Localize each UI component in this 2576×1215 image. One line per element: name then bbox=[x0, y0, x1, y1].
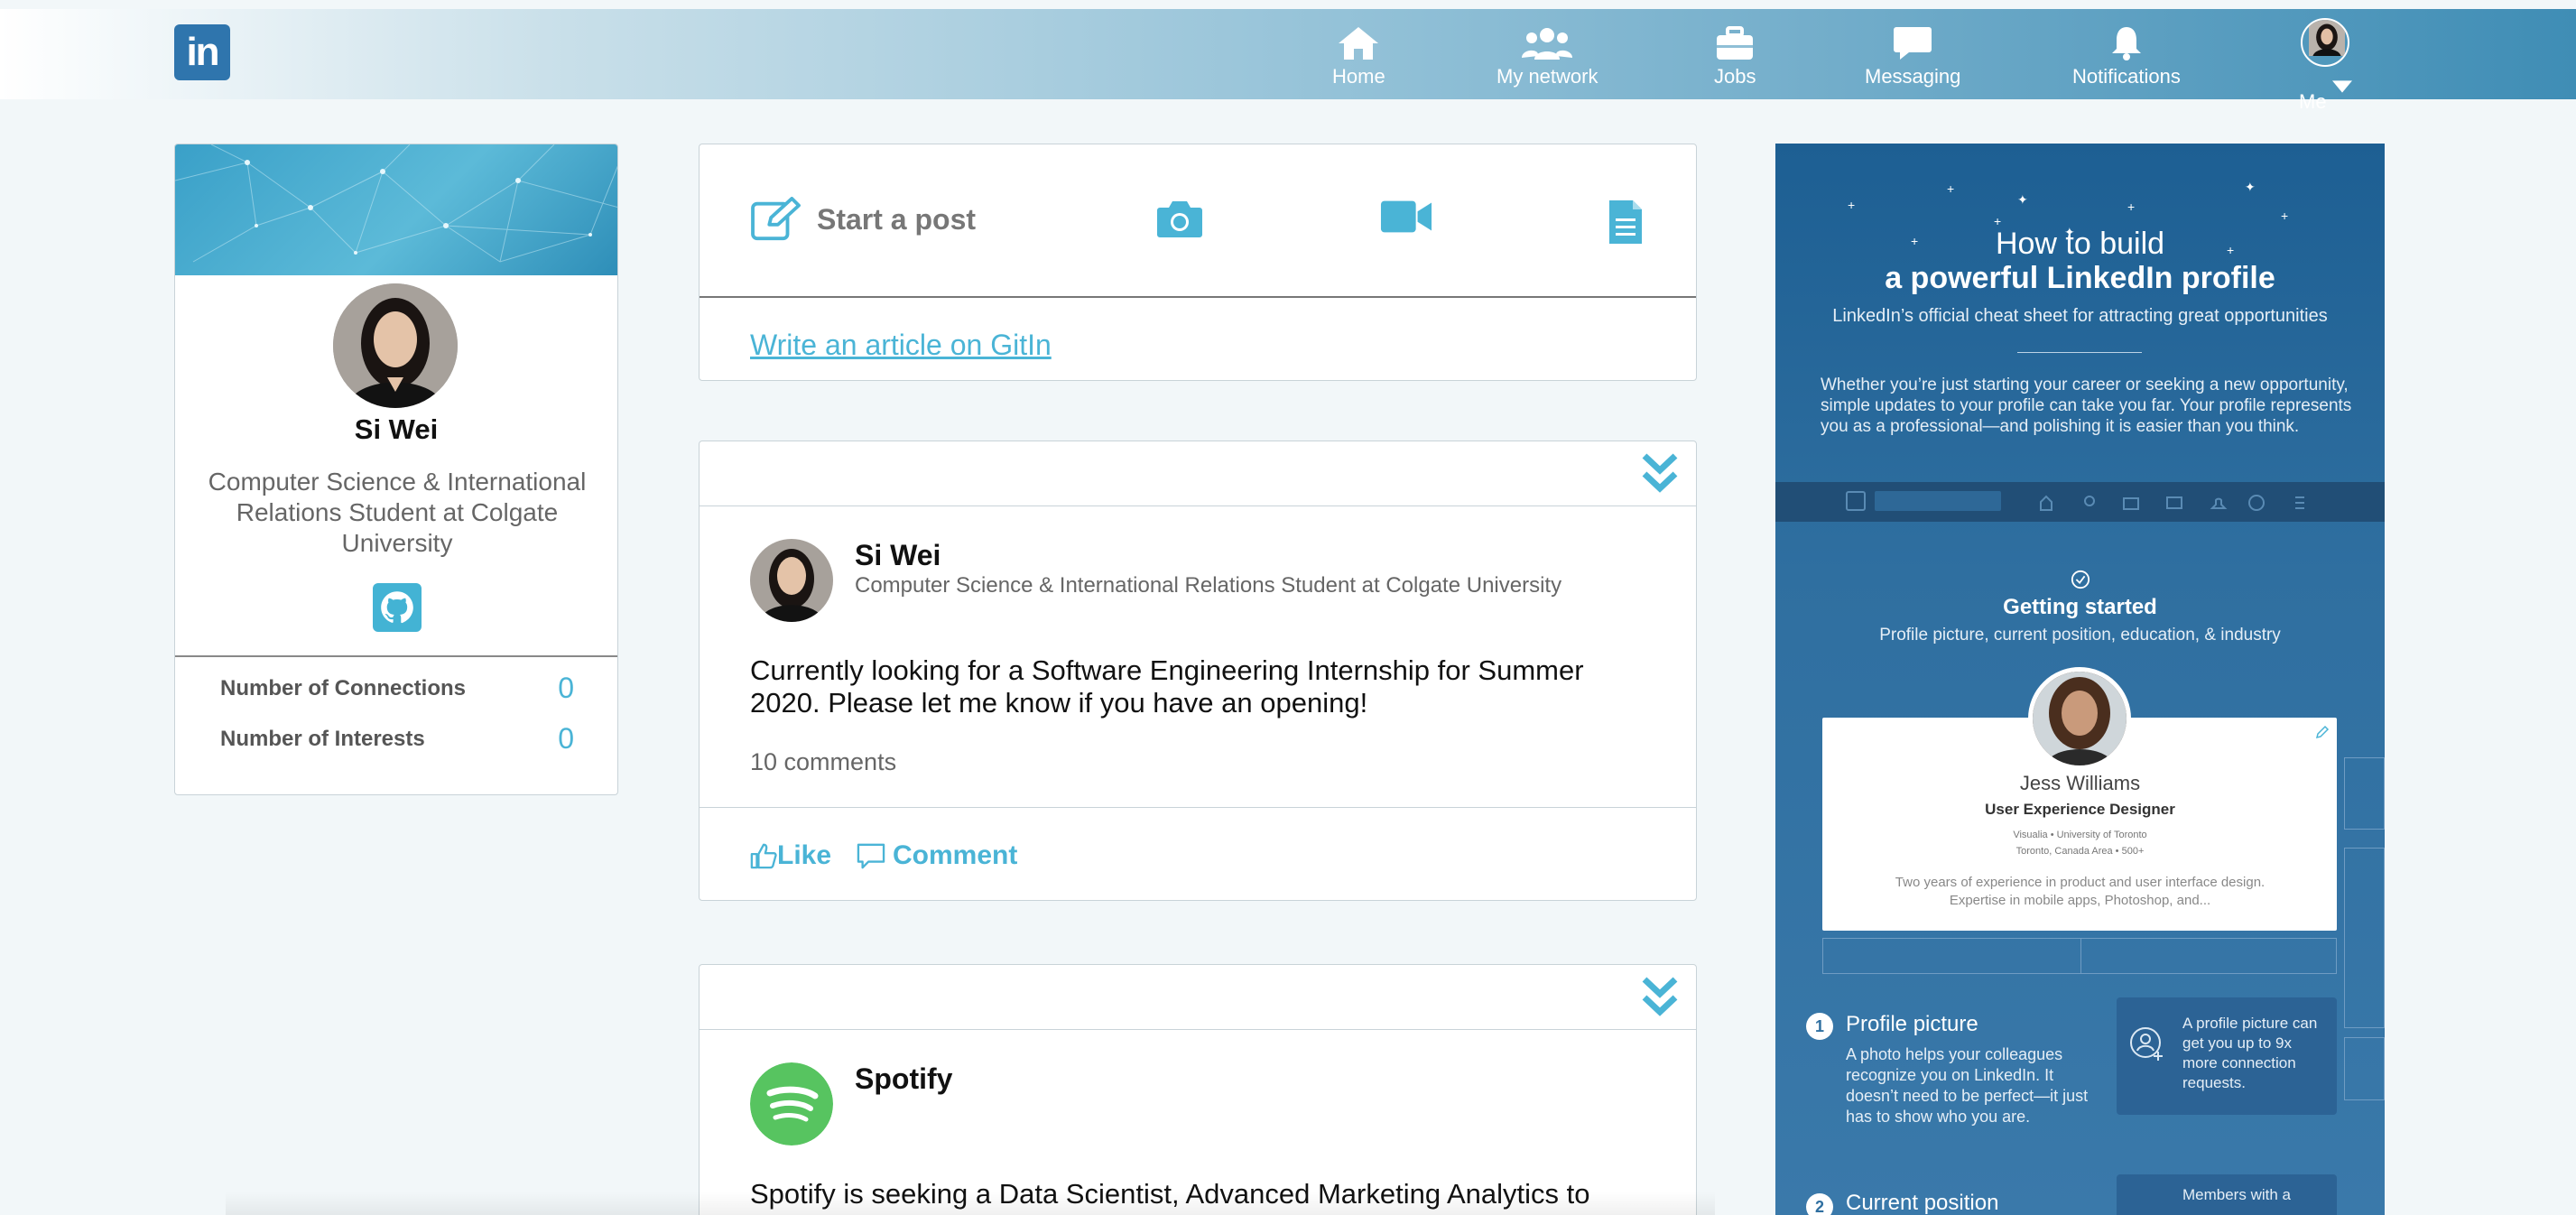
step-title: Profile picture bbox=[1846, 1012, 1978, 1036]
check-circle-icon bbox=[2071, 570, 2090, 589]
promo-panel[interactable]: + ✦ + ✦ + + + ✦ + + How to build a powerful Lin… bbox=[1775, 144, 2385, 1215]
double-chevron-down-icon[interactable] bbox=[1642, 452, 1678, 496]
step-text: A photo helps your colleagues recognize … bbox=[1846, 1045, 2089, 1126]
interests-count: 0 bbox=[558, 722, 574, 755]
scroll-shadow bbox=[226, 1192, 1715, 1215]
post-actions: Like Comment bbox=[700, 807, 1696, 902]
video-icon[interactable] bbox=[1380, 199, 1432, 235]
step-title: Current position bbox=[1846, 1191, 1999, 1215]
bell-icon bbox=[2111, 27, 2141, 60]
promo-divider bbox=[2017, 352, 2142, 353]
github-icon bbox=[381, 591, 413, 624]
tip-box: A profile picture can get you up to 9x m… bbox=[2117, 997, 2337, 1115]
profile-banner bbox=[175, 144, 617, 275]
start-post-button[interactable]: Start a post bbox=[750, 197, 976, 242]
tip-text: A profile picture can get you up to 9x m… bbox=[2182, 1015, 2318, 1091]
getting-started-title: Getting started bbox=[2003, 595, 2157, 619]
spotify-icon bbox=[750, 1062, 833, 1145]
nav-jobs-label: Jobs bbox=[1714, 65, 1756, 88]
composer-toolbar: Start a post bbox=[700, 144, 1696, 298]
like-button[interactable]: Like bbox=[750, 840, 831, 871]
sample-avatar bbox=[2028, 667, 2131, 770]
step-number: 2 bbox=[1806, 1193, 1833, 1215]
profile-name[interactable]: Si Wei bbox=[175, 413, 617, 446]
sample-title: User Experience Designer bbox=[1985, 801, 2175, 818]
nav-jobs[interactable]: Jobs bbox=[1714, 25, 1756, 88]
sample-bio: Two years of experience in product and u… bbox=[1895, 875, 2266, 890]
nav-notifications[interactable]: Notifications bbox=[2072, 25, 2181, 88]
sample-grid bbox=[1822, 938, 2337, 974]
sample-meta: Visualia • University of Toronto bbox=[2013, 830, 2147, 840]
decor-frame bbox=[2344, 1037, 2385, 1100]
like-label: Like bbox=[777, 840, 832, 870]
step-number: 1 bbox=[1806, 1013, 1833, 1040]
profile-avatar[interactable] bbox=[333, 283, 458, 408]
promo-title-line1: How to build bbox=[1995, 227, 2165, 261]
post-header-bar bbox=[700, 441, 1696, 506]
author-avatar[interactable] bbox=[750, 539, 833, 622]
start-post-label: Start a post bbox=[817, 202, 977, 236]
caret-down-icon bbox=[2331, 80, 2352, 93]
network-icon bbox=[1522, 28, 1573, 60]
sample-meta: Toronto, Canada Area • 500+ bbox=[2015, 846, 2145, 857]
author-name[interactable]: Si Wei bbox=[855, 539, 941, 572]
author-headline: Computer Science & International Relatio… bbox=[855, 573, 1562, 598]
double-chevron-down-icon[interactable] bbox=[1642, 976, 1678, 1019]
sample-bio: Expertise in mobile apps, Photoshop, and… bbox=[1949, 893, 2211, 908]
nav-notifications-label: Notifications bbox=[2072, 65, 2181, 88]
camera-icon[interactable] bbox=[1156, 199, 1203, 238]
edit-icon bbox=[751, 197, 801, 241]
add-person-icon bbox=[2130, 1027, 2163, 1061]
interests-stat[interactable]: Number of Interests 0 bbox=[220, 722, 574, 756]
feed-post: Si Wei Computer Science & International … bbox=[699, 441, 1697, 901]
nav-messaging[interactable]: Messaging bbox=[1865, 25, 1960, 88]
tip-text: Members with a bbox=[2182, 1186, 2291, 1203]
connections-count: 0 bbox=[558, 672, 574, 704]
nav-home[interactable]: Home bbox=[1332, 25, 1385, 88]
connections-label: Number of Connections bbox=[220, 675, 467, 700]
pencil-icon bbox=[2315, 725, 2330, 739]
comment-count[interactable]: 10 comments bbox=[750, 748, 896, 776]
thumbs-up-icon bbox=[750, 843, 777, 869]
author-name[interactable]: Spotify bbox=[855, 1062, 952, 1096]
promo-paragraph: Whether you’re just starting your career… bbox=[1821, 376, 2352, 436]
post-header-bar bbox=[700, 965, 1696, 1030]
network-pattern bbox=[175, 144, 617, 263]
sample-nav-icons bbox=[2040, 495, 2304, 511]
document-icon[interactable] bbox=[1608, 199, 1644, 246]
comment-icon bbox=[857, 843, 885, 869]
top-navbar: in Home My network Jobs Messaging Notifi… bbox=[0, 9, 2576, 113]
sample-navbar bbox=[1775, 482, 2385, 522]
nav-my-network-label: My network bbox=[1496, 65, 1598, 88]
github-button[interactable] bbox=[373, 583, 422, 632]
me-avatar bbox=[2301, 18, 2350, 67]
comment-button[interactable]: Comment bbox=[857, 840, 1017, 871]
getting-started-subtitle: Profile picture, current position, educa… bbox=[1879, 626, 2281, 645]
post-body: Currently looking for a Software Enginee… bbox=[750, 654, 1584, 719]
nav-my-network[interactable]: My network bbox=[1496, 25, 1598, 88]
nav-home-label: Home bbox=[1332, 65, 1385, 88]
me-label: Me bbox=[2299, 69, 2352, 114]
sample-name: Jess Williams bbox=[2019, 772, 2141, 794]
nav-messaging-label: Messaging bbox=[1865, 65, 1961, 88]
profile-headline: Computer Science & International Relatio… bbox=[208, 468, 587, 557]
spotify-logo[interactable] bbox=[750, 1062, 833, 1145]
briefcase-icon bbox=[1717, 26, 1754, 60]
connections-stat[interactable]: Number of Connections 0 bbox=[220, 672, 574, 705]
nav-me-menu[interactable]: Me bbox=[2299, 18, 2352, 114]
promo-subtitle: LinkedIn’s official cheat sheet for attr… bbox=[1832, 306, 2328, 326]
feed-post: Spotify Spotify is seeking a Data Scient… bbox=[699, 964, 1697, 1215]
linkedin-logo[interactable]: in bbox=[174, 24, 230, 80]
tip-box: Members with a bbox=[2117, 1174, 2337, 1215]
promo-title-line2: a powerful LinkedIn profile bbox=[1885, 261, 2275, 295]
message-icon bbox=[1894, 27, 1932, 60]
post-composer: Start a post Write an article on GitIn bbox=[699, 144, 1697, 381]
profile-card: Si Wei Computer Science & International … bbox=[174, 144, 618, 795]
comment-label: Comment bbox=[893, 840, 1018, 870]
linkedin-mini-icon bbox=[1846, 491, 1866, 511]
home-icon bbox=[1339, 27, 1379, 60]
profile-divider bbox=[175, 655, 617, 657]
interests-label: Number of Interests bbox=[220, 726, 425, 751]
write-article-link[interactable]: Write an article on GitIn bbox=[750, 329, 1052, 362]
